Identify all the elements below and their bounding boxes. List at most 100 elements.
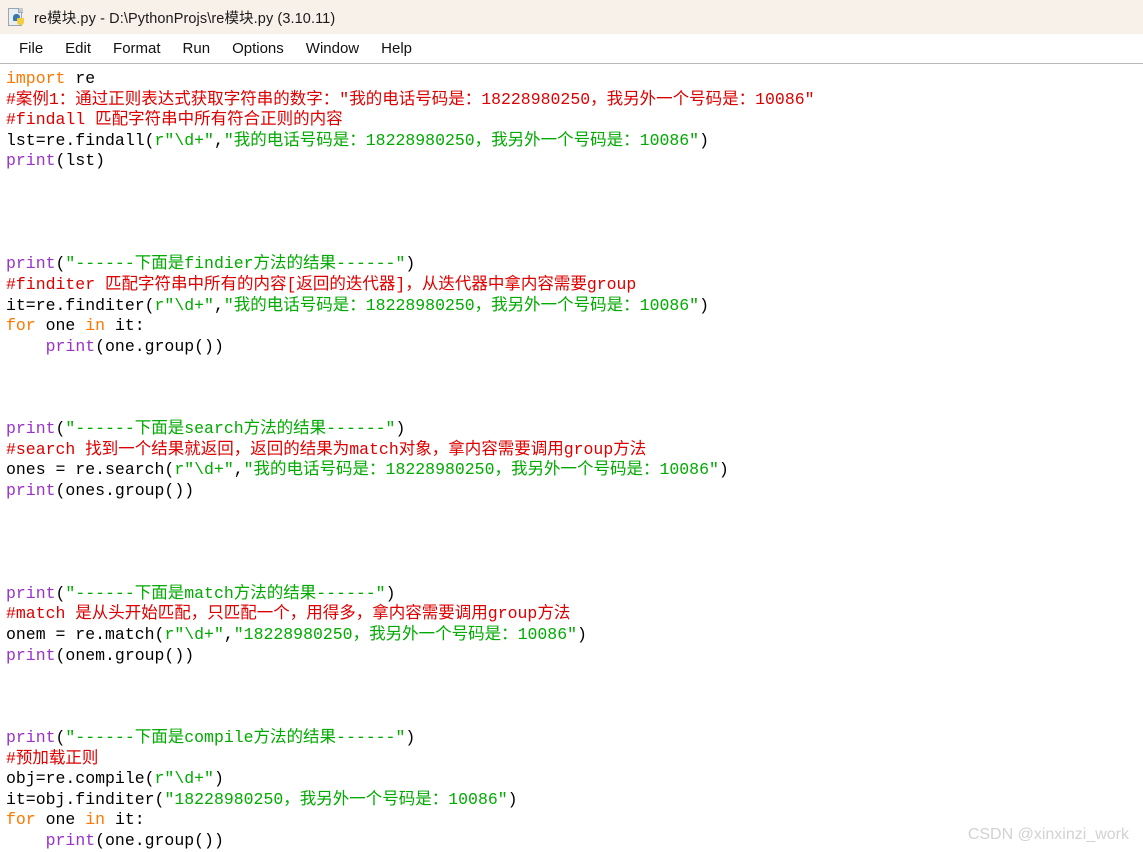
code-token-plain: ( (55, 254, 66, 274)
code-token-str: r"\d+" (154, 130, 214, 150)
code-line: print("------下面是findier方法的结果------") (6, 254, 1143, 275)
code-token-plain: (ones.group()) (55, 480, 195, 500)
menu-item-window[interactable]: Window (295, 38, 370, 59)
code-editor[interactable]: import re #案例1：通过正则表达式获取字符串的数字："我的电话号码是：1… (0, 64, 1143, 852)
code-token-str: r"\d+" (154, 295, 214, 315)
code-token-cmt: #search 找到一个结果就返回，返回的结果为match对象，拿内容需要调用g… (6, 439, 647, 459)
code-token-plain: ) (718, 460, 729, 480)
code-token-plain: , (213, 130, 224, 150)
code-token-plain: ) (405, 254, 416, 274)
code-token-str: "18228980250，我另外一个号码是：10086" (233, 625, 577, 645)
code-line: #search 找到一个结果就返回，返回的结果为match对象，拿内容需要调用g… (6, 440, 1143, 461)
menu-item-run[interactable]: Run (172, 38, 222, 59)
menu-item-options[interactable]: Options (221, 38, 295, 59)
window-title: re模块.py - D:\PythonProjs\re模块.py (3.10.1… (34, 10, 336, 27)
code-token-str: "------下面是search方法的结果------" (65, 419, 396, 439)
code-token-plain: ) (699, 130, 709, 150)
code-line: print(lst) (6, 151, 1143, 172)
code-token-plain: ) (213, 769, 224, 789)
code-line: for one in it: (6, 316, 1143, 337)
code-line: print("------下面是search方法的结果------") (6, 419, 1143, 440)
python-file-icon (7, 7, 26, 27)
menubar: File Edit Format Run Options Window Help (0, 34, 1143, 64)
code-line: #match 是从头开始匹配，只匹配一个，用得多，拿内容需要调用group方法 (6, 604, 1143, 625)
code-token-bi: print (6, 480, 56, 500)
code-token-bi: print (45, 830, 96, 850)
code-line: it=obj.finditer("18228980250，我另外一个号码是：10… (6, 790, 1143, 811)
code-token-cmt: #案例1：通过正则表达式获取字符串的数字："我的电话号码是：1822898025… (6, 89, 815, 109)
code-line: #findall 匹配字符串中所有符合正则的内容 (6, 110, 1143, 131)
code-token-bi: print (6, 728, 56, 747)
code-token-str: "我的电话号码是：18228980250，我另外一个号码是：10086" (223, 295, 700, 315)
code-line: it=re.finditer(r"\d+","我的电话号码是：182289802… (6, 296, 1143, 317)
code-token-kw: in (85, 316, 106, 336)
code-line: #finditer 匹配字符串中所有的内容[返回的迭代器]，从迭代器中拿内容需要… (6, 275, 1143, 296)
code-token-bi: print (6, 419, 56, 439)
code-token-plain: ) (405, 728, 416, 747)
code-token-plain: ( (55, 583, 66, 603)
code-token-plain: (one.group()) (95, 830, 224, 850)
code-line: print("------下面是match方法的结果------") (6, 584, 1143, 605)
code-token-plain: ) (385, 583, 396, 603)
code-token-plain: (one.group()) (95, 336, 224, 356)
code-line: ones = re.search(r"\d+","我的电话号码是：1822898… (6, 460, 1143, 481)
code-token-plain: , (223, 625, 234, 645)
code-token-kw: import (6, 69, 66, 88)
code-line: print(ones.group()) (6, 481, 1143, 502)
code-token-bi: print (45, 336, 96, 356)
menu-item-format[interactable]: Format (102, 38, 172, 59)
code-token-plain: ( (55, 419, 66, 439)
code-token-str: "我的电话号码是：18228980250，我另外一个号码是：10086" (223, 130, 700, 150)
code-line: print(onem.group()) (6, 646, 1143, 667)
code-token-str: "------下面是compile方法的结果------" (65, 728, 406, 747)
code-token-plain: ) (395, 419, 406, 439)
code-token-plain: one (35, 316, 86, 336)
menu-item-help[interactable]: Help (370, 38, 423, 59)
code-token-plain: re (65, 69, 96, 88)
code-line: import re (6, 69, 1143, 90)
code-token-plain: one (35, 810, 86, 830)
code-token-plain: , (233, 460, 244, 480)
window-titlebar: re模块.py - D:\PythonProjs\re模块.py (3.10.1… (0, 0, 1143, 34)
code-token-plain: it: (105, 810, 145, 830)
code-line: #预加载正则 (6, 749, 1143, 770)
code-token-plain: it: (105, 316, 145, 336)
csdn-watermark: CSDN @xinxinzi_work (967, 826, 1129, 843)
code-token-plain: ones = re.search( (6, 460, 175, 480)
code-token-str: r"\d+" (174, 460, 234, 480)
code-token-bi: print (6, 583, 56, 603)
code-token-plain: it=re.finditer( (6, 295, 155, 315)
code-text-area[interactable]: import re #案例1：通过正则表达式获取字符串的数字："我的电话号码是：1… (6, 69, 1143, 852)
code-token-plain: obj=re.compile( (6, 769, 155, 789)
code-token-plain: ) (507, 789, 518, 809)
code-token-str: r"\d+" (164, 625, 224, 645)
code-line: print(one.group()) (6, 337, 1143, 358)
code-token-bi: print (6, 645, 56, 665)
menu-item-file[interactable]: File (8, 38, 54, 59)
code-token-cmt: #finditer 匹配字符串中所有的内容[返回的迭代器]，从迭代器中拿内容需要… (6, 274, 637, 294)
code-token-plain: (onem.group()) (55, 645, 195, 665)
code-token-plain: ) (699, 295, 709, 315)
code-token-cmt: #findall 匹配字符串中所有符合正则的内容 (6, 110, 343, 130)
code-token-cmt: #预加载正则 (6, 748, 99, 768)
code-token-plain: ) (577, 625, 587, 645)
code-token-str: "我的电话号码是：18228980250，我另外一个号码是：10086" (243, 460, 719, 480)
code-token-cmt: #match 是从头开始匹配，只匹配一个，用得多，拿内容需要调用group方法 (6, 604, 571, 624)
code-token-kw: for (6, 810, 36, 830)
code-token-plain: onem = re.match( (6, 625, 165, 645)
code-token-plain: , (213, 295, 224, 315)
menu-item-edit[interactable]: Edit (54, 38, 102, 59)
code-token-plain: it=obj.finditer( (6, 789, 165, 809)
code-token-plain: (lst) (55, 151, 106, 171)
